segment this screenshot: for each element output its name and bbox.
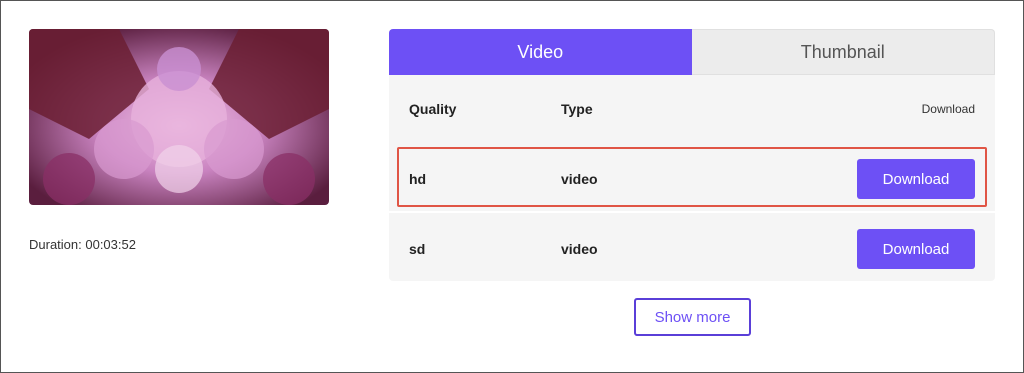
header-type: Type (561, 101, 593, 117)
table-row: hd video Download (389, 149, 995, 209)
row-type: video (561, 171, 598, 187)
row-quality: hd (409, 171, 427, 187)
show-more-button[interactable]: Show more (634, 298, 751, 336)
download-panel: Video Thumbnail Quality Type Download hd… (389, 29, 995, 281)
download-button-hd[interactable]: Download (857, 159, 975, 199)
table-row: sd video Download (389, 219, 995, 279)
tab-thumbnail[interactable]: Thumbnail (691, 29, 995, 75)
tab-bar: Video Thumbnail (389, 29, 995, 75)
video-thumbnail (29, 29, 329, 205)
table-header: Quality Type Download (389, 89, 995, 129)
header-quality: Quality (409, 101, 457, 117)
page-frame: Duration: 00:03:52 Video Thumbnail Quali… (0, 0, 1024, 373)
header-download: Download (921, 102, 975, 116)
duration-text: Duration: 00:03:52 (29, 237, 136, 252)
tab-video[interactable]: Video (389, 29, 692, 75)
row-quality: sd (409, 241, 426, 257)
row-type: video (561, 241, 598, 257)
download-button-sd[interactable]: Download (857, 229, 975, 269)
thumbnail-image (29, 29, 329, 205)
row-divider (389, 211, 995, 213)
